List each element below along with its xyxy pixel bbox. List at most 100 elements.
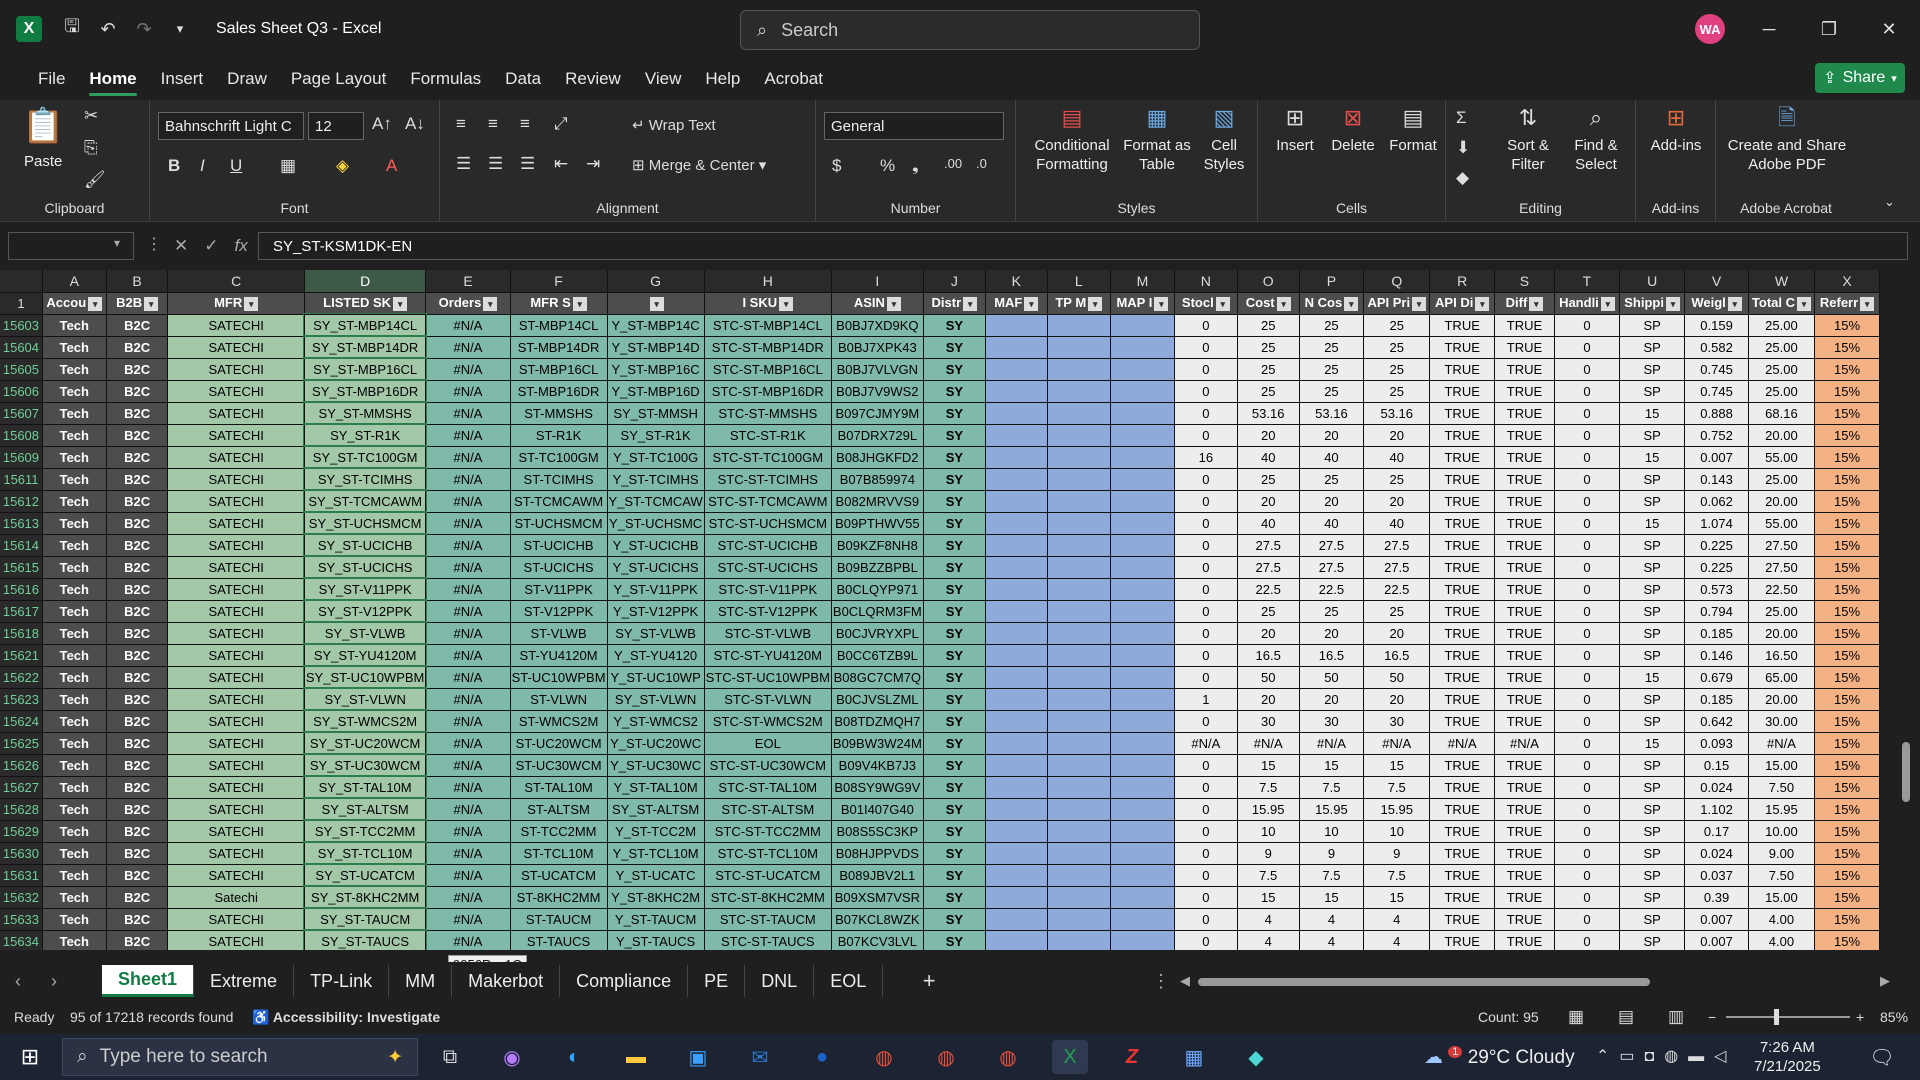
cell[interactable]: B07KCV3LVL xyxy=(831,930,924,950)
cell[interactable]: STC-ST-TC100GM xyxy=(704,446,832,469)
cell[interactable]: ST-MBP14CL xyxy=(510,314,608,337)
cell[interactable]: 25 xyxy=(1363,600,1431,623)
format-cells-button[interactable]: ▤ Format xyxy=(1384,106,1442,155)
cell[interactable]: #N/A xyxy=(425,402,511,425)
cell[interactable]: SY xyxy=(923,622,986,645)
cell[interactable]: SP xyxy=(1619,842,1686,865)
cell[interactable]: #N/A xyxy=(425,534,511,557)
filter-header-cell[interactable]: ASIN ▾ xyxy=(831,292,924,315)
cell[interactable]: SATECHI xyxy=(167,798,305,821)
cell[interactable]: 20 xyxy=(1237,490,1300,513)
next-sheet-icon[interactable]: › xyxy=(36,971,72,992)
cell[interactable]: #N/A xyxy=(425,490,511,513)
share-button[interactable]: ⇪ Share ▾ xyxy=(1815,63,1905,93)
cell[interactable]: 4 xyxy=(1363,930,1431,950)
minimize-icon[interactable]: ─ xyxy=(1754,14,1784,44)
cell[interactable]: 55.00 xyxy=(1748,512,1816,535)
cell[interactable]: 7.5 xyxy=(1299,776,1365,799)
cell[interactable]: 15 xyxy=(1363,886,1431,909)
cell[interactable]: 27.5 xyxy=(1299,534,1365,557)
cell[interactable]: STC-ST-MBP14DR xyxy=(704,336,832,359)
cell[interactable]: 0 xyxy=(1554,842,1621,865)
notification-icon[interactable]: 🗨 xyxy=(1864,1040,1900,1074)
tab-insert[interactable]: Insert xyxy=(149,58,216,100)
cell[interactable]: SY xyxy=(923,886,986,909)
scroll-right-icon[interactable]: ▶ xyxy=(1880,973,1890,989)
cell[interactable]: 15% xyxy=(1814,402,1880,425)
cell[interactable]: 0 xyxy=(1174,930,1238,950)
microsoft-store-icon[interactable]: ▣ xyxy=(680,1040,716,1074)
row-header[interactable]: 15614 xyxy=(0,534,43,557)
cell[interactable]: 25 xyxy=(1237,314,1300,337)
filter-dropdown-icon[interactable]: ▾ xyxy=(1344,296,1359,311)
volume-icon[interactable]: ◁ xyxy=(1714,1048,1736,1065)
cell[interactable]: SY_ST-VLWN xyxy=(303,687,427,711)
cell[interactable]: TRUE xyxy=(1494,512,1555,535)
cell[interactable]: STC-ST-VLWN xyxy=(704,688,832,711)
cell[interactable]: B0CC6TZB9L xyxy=(831,644,924,667)
cell[interactable] xyxy=(1110,908,1175,931)
cell[interactable] xyxy=(1110,820,1175,843)
cell[interactable]: SP xyxy=(1619,930,1686,950)
cell[interactable]: B2C xyxy=(106,556,169,579)
cell[interactable]: #N/A xyxy=(425,666,511,689)
cell[interactable]: 0 xyxy=(1554,380,1621,403)
zoom-slider[interactable] xyxy=(1726,1016,1850,1018)
cell[interactable]: 0 xyxy=(1174,798,1238,821)
underline-icon[interactable]: U xyxy=(230,156,242,176)
filter-dropdown-icon[interactable]: ▾ xyxy=(244,296,259,311)
cell[interactable]: B09BW3W24M xyxy=(831,732,924,755)
cell[interactable]: 15% xyxy=(1814,490,1880,513)
currency-icon[interactable]: $ xyxy=(832,156,841,176)
orientation-icon[interactable]: ⤢ xyxy=(554,114,568,134)
cell[interactable]: SY_ST-MMSHS xyxy=(303,401,427,425)
cell[interactable]: 0 xyxy=(1554,314,1621,337)
cell[interactable]: 15% xyxy=(1814,710,1880,733)
select-all-corner[interactable] xyxy=(0,270,43,293)
cell[interactable]: 0.745 xyxy=(1684,358,1749,381)
cell[interactable] xyxy=(1047,864,1111,887)
cell[interactable]: B2C xyxy=(106,358,169,381)
cell[interactable]: 15% xyxy=(1814,424,1880,447)
cell[interactable] xyxy=(1110,424,1175,447)
filter-header-cell[interactable]: API Pri ▾ xyxy=(1363,292,1431,315)
cell[interactable]: TRUE xyxy=(1429,930,1496,950)
cell[interactable]: SY_ST-MBP14DR xyxy=(303,335,427,359)
cell[interactable]: SATECHI xyxy=(167,534,305,557)
cell[interactable]: 10 xyxy=(1237,820,1300,843)
cell[interactable]: Y_ST-MBP14D xyxy=(607,336,705,359)
cell[interactable]: STC-ST-MBP16CL xyxy=(704,358,832,381)
cell[interactable]: 0.679 xyxy=(1684,666,1749,689)
cell[interactable]: STC-ST-MBP16DR xyxy=(704,380,832,403)
cell[interactable]: 25 xyxy=(1363,358,1431,381)
cell[interactable]: 0.007 xyxy=(1684,908,1749,931)
cell[interactable]: STC-ST-MMSHS xyxy=(704,402,832,425)
cell[interactable]: 0 xyxy=(1174,468,1238,491)
cell[interactable]: B09PTHWV55 xyxy=(831,512,924,535)
cell[interactable]: Tech xyxy=(42,820,107,843)
autosum-icon[interactable]: Σ xyxy=(1456,108,1467,128)
cell[interactable]: 0 xyxy=(1554,666,1621,689)
font-color-icon[interactable]: A xyxy=(386,156,397,176)
cell[interactable] xyxy=(985,886,1048,909)
cell[interactable]: Tech xyxy=(42,512,107,535)
cell[interactable]: 25.00 xyxy=(1748,600,1816,623)
cell[interactable]: 25 xyxy=(1237,380,1300,403)
cell[interactable]: 7.5 xyxy=(1237,776,1300,799)
cancel-icon[interactable]: ✕ xyxy=(174,236,188,256)
filter-header-cell[interactable]: MAP I ▾ xyxy=(1110,292,1175,315)
cell[interactable]: B2C xyxy=(106,468,169,491)
cell[interactable]: 0.146 xyxy=(1684,644,1749,667)
cell[interactable]: B0BJ7XD9KQ xyxy=(831,314,924,337)
cell[interactable]: B09XSM7VSR xyxy=(831,886,924,909)
cell[interactable]: TRUE xyxy=(1429,754,1496,777)
cell[interactable]: 0 xyxy=(1174,908,1238,931)
filter-header-cell[interactable]: Total C ▾ xyxy=(1748,292,1816,315)
cell[interactable]: B2C xyxy=(106,930,169,950)
cell[interactable]: Y_ST-UC10WP xyxy=(607,666,705,689)
cell[interactable]: ST-R1K xyxy=(510,424,608,447)
cell[interactable]: SY_ST-UCICHS xyxy=(303,555,427,579)
cell[interactable]: TRUE xyxy=(1494,776,1555,799)
cell[interactable]: STC-ST-MBP14CL xyxy=(704,314,832,337)
cell[interactable]: B2C xyxy=(106,490,169,513)
